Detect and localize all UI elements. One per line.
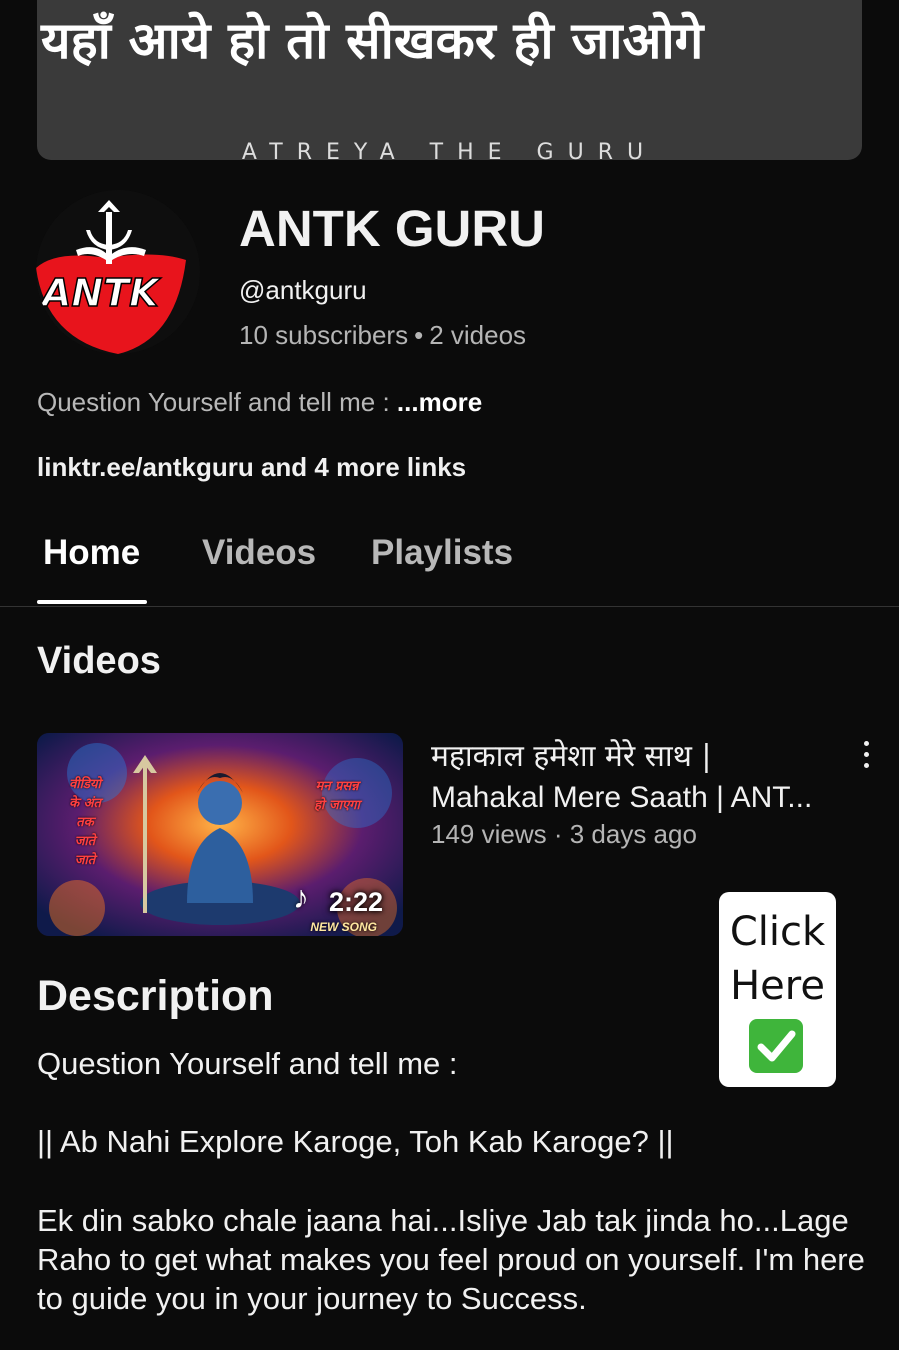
video-title-english: Mahakal Mere Saath | ANT... (431, 781, 813, 814)
avatar-text: ANTK (39, 271, 161, 315)
antk-logo: ANTK (36, 190, 200, 354)
channel-banner: यहाँ आये हो तो सीखकर ही जाओगे ATREYA THE… (37, 0, 862, 160)
videos-section-title: Videos (37, 640, 161, 682)
music-note-icon: ♪ (293, 879, 309, 915)
channel-handle: @antkguru (239, 275, 367, 305)
about-text: Question Yourself and tell me : (37, 387, 390, 417)
description-title: Description (37, 972, 274, 1020)
channel-links[interactable]: linktr.ee/antkguru and 4 more links (37, 451, 466, 483)
video-meta: 149 views · 3 days ago (431, 819, 697, 849)
click-here-line1: Click (729, 909, 826, 955)
video-title[interactable]: महाकाल हमेशा मेरे साथ | Mahakal Mere Saa… (431, 736, 841, 818)
description-line-2: || Ab Nahi Explore Karoge, Toh Kab Karog… (37, 1124, 674, 1159)
subscriber-count: 10 subscribers (239, 320, 409, 350)
active-tab-indicator (37, 600, 147, 604)
tab-playlists[interactable]: Playlists (371, 532, 513, 574)
thumbnail-left-text: वीडियो के अंत तक जाते जाते (69, 777, 101, 868)
video-thumbnail[interactable]: वीडियो के अंत तक जाते जाते मन प्रसन्न हो… (37, 733, 403, 936)
separator-dot: • (414, 320, 424, 350)
more-link[interactable]: ...more (397, 387, 482, 417)
video-title-hindi: महाकाल हमेशा मेरे साथ | (431, 739, 712, 774)
channel-name: ANTK GURU (239, 200, 545, 257)
channel-about[interactable]: Question Yourself and tell me : ...more (37, 386, 482, 418)
channel-tabs: Home Videos Playlists (0, 520, 899, 607)
description-line-1: Question Yourself and tell me : (37, 1046, 458, 1081)
video-duration: 2:22 (328, 887, 383, 917)
new-song-badge: NEW SONG (310, 920, 377, 934)
banner-subtitle: ATREYA THE GURU (241, 140, 658, 160)
more-options-icon[interactable] (852, 738, 880, 772)
video-count: 2 videos (429, 320, 527, 350)
click-here-line2: Here (730, 963, 825, 1009)
tab-home[interactable]: Home (43, 532, 140, 574)
description-paragraph: Ek din sabko chale jaana hai...Isliye Ja… (37, 1203, 865, 1316)
channel-stats: 10 subscribers • 2 videos (239, 319, 526, 351)
thumbnail-right-text: मन प्रसन्न हो जाएगा (314, 779, 360, 813)
banner-headline: यहाँ आये हो तो सीखकर ही जाओगे (41, 12, 704, 71)
tab-videos[interactable]: Videos (202, 532, 316, 574)
channel-avatar[interactable]: ANTK (36, 190, 200, 354)
